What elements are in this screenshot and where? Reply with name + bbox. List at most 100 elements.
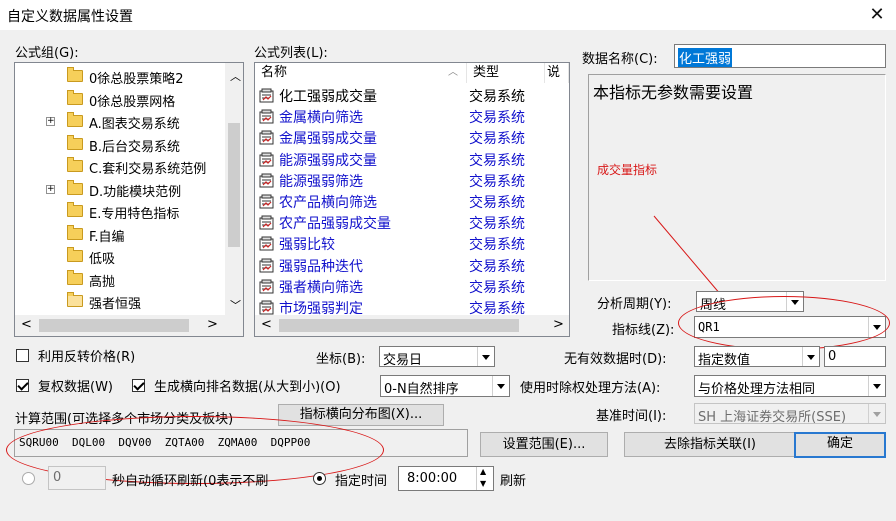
tree-vertical-scrollbar[interactable]: ︿ ﹀ [225, 63, 243, 315]
formula-row[interactable]: 农产品横向筛选 交易系统 [255, 191, 569, 212]
scroll-up-icon[interactable]: ︿ [230, 68, 241, 84]
tree-item[interactable]: C.套利交易系统范例 [15, 155, 225, 177]
formula-name: 金属强弱成交量 [279, 131, 377, 148]
set-range-button[interactable]: 设置范围(E)... [480, 432, 608, 457]
reverse-price-checkbox[interactable] [16, 349, 29, 362]
coordinate-value: 交易日 [383, 353, 423, 367]
scroll-down-icon[interactable]: ﹀ [230, 297, 241, 313]
ex-rights-value: 与价格处理方法相同 [698, 382, 816, 397]
gen-rank-checkbox[interactable] [132, 379, 145, 392]
scroll-right-icon[interactable]: > [207, 317, 218, 332]
adjusted-data-label: 复权数据(W) [38, 380, 113, 395]
annotation-ellipse-indicator [678, 296, 890, 350]
formula-icon [259, 279, 274, 294]
tree-item[interactable]: 强者恒强 [15, 290, 225, 312]
tree-horizontal-scrollbar[interactable]: < > [15, 315, 243, 336]
formula-type: 交易系统 [469, 279, 525, 296]
formula-row[interactable]: 农产品强弱成交量 交易系统 [255, 212, 569, 233]
gen-rank-label: 生成横向排名数据(从大到小)(O) [154, 380, 341, 395]
formula-icon [259, 109, 274, 124]
tree-item[interactable]: 低吸 [15, 245, 225, 267]
scroll-right-icon[interactable]: > [553, 317, 564, 332]
tree-scroll-thumb[interactable] [228, 123, 240, 247]
column-header-name[interactable]: 名称 ︿ [255, 63, 467, 83]
tree-item[interactable]: 0徐总股票策略2 [15, 65, 225, 87]
tree-item[interactable]: 高抛 [15, 268, 225, 290]
column-type-label: 类型 [473, 65, 500, 80]
expand-icon[interactable]: + [46, 117, 55, 126]
formula-list[interactable]: 名称 ︿ 类型 说 化工强弱成交量 交易系统 金属横向筛选 交易系统 金属强弱成交量 交易… [254, 62, 570, 337]
scroll-left-icon[interactable]: < [261, 317, 272, 332]
ok-button[interactable]: 确定 [794, 432, 886, 458]
refresh-label: 刷新 [500, 474, 527, 489]
column-header-type[interactable]: 类型 [467, 63, 545, 83]
formula-group-tree[interactable]: 0徐总股票策略2 0徐总股票网格 + A.图表交易系统 B.后台交易系统 C.套利交易系统… [14, 62, 244, 337]
spinner-buttons[interactable]: ▲ ▼ [476, 467, 493, 490]
list-horizontal-scrollbar[interactable]: < > [255, 315, 569, 336]
tree-item[interactable]: E.专用特色指标 [15, 200, 225, 222]
tree-item[interactable]: F.自编 [15, 223, 225, 245]
invalid-data-number-input[interactable]: 0 [824, 346, 886, 367]
base-time-value: SH 上海证券交易所(SSE) [698, 410, 847, 424]
annotation-note: 成交量指标 [597, 163, 658, 177]
formula-row[interactable]: 强弱品种迭代 交易系统 [255, 255, 569, 276]
rank-order-value: 0-N自然排序 [384, 382, 459, 397]
spin-up-icon[interactable]: ▲ [480, 467, 486, 476]
time-spinner[interactable]: 8:00:00 ▲ ▼ [398, 466, 494, 491]
expand-icon[interactable]: + [46, 184, 55, 194]
formula-row[interactable]: 金属强弱成交量 交易系统 [255, 127, 569, 148]
formula-icon [259, 236, 274, 251]
spin-down-icon[interactable]: ▼ [480, 479, 486, 488]
formula-row[interactable]: 化工强弱成交量 交易系统 [255, 85, 569, 106]
folder-icon [67, 134, 83, 150]
folder-icon [67, 179, 83, 195]
ex-rights-select[interactable]: 与价格处理方法相同 [694, 375, 886, 397]
formula-icon [259, 258, 274, 273]
coordinate-label: 坐标(B): [316, 352, 366, 367]
formula-icon [259, 152, 274, 167]
specified-time-radio[interactable] [313, 472, 326, 485]
scroll-left-icon[interactable]: < [21, 317, 32, 332]
formula-row[interactable]: 强者横向筛选 交易系统 [255, 276, 569, 297]
folder-icon [67, 157, 83, 172]
rank-order-select[interactable]: 0-N自然排序 [380, 375, 510, 397]
formula-name: 金属横向筛选 [279, 110, 363, 127]
indicator-line-label: 指标线(Z): [612, 323, 675, 338]
tree-item[interactable]: + D.功能模块范例 [15, 178, 225, 200]
tree-item[interactable]: B.后台交易系统 [15, 133, 225, 155]
formula-row[interactable]: 能源强弱成交量 交易系统 [255, 149, 569, 170]
formula-row[interactable]: 强弱比较 交易系统 [255, 233, 569, 254]
folder-icon [67, 67, 83, 82]
ex-rights-label: 使用时除权处理方法(A): [520, 381, 661, 396]
folder-icon [67, 202, 83, 217]
coordinate-select[interactable]: 交易日 [379, 346, 495, 367]
tree-item[interactable]: + A.图表交易系统 [15, 110, 225, 132]
formula-type: 交易系统 [469, 301, 525, 315]
tree-item-label: 0徐总股票网格 [89, 94, 176, 110]
auto-refresh-label: 秒自动循环刷新(0表示不刷 [112, 474, 269, 489]
adjusted-data-checkbox[interactable] [16, 379, 29, 392]
remove-link-button[interactable]: 去除指标关联(I) [624, 432, 796, 457]
formula-list-label: 公式列表(L): [254, 46, 328, 61]
formula-name: 化工强弱成交量 [279, 89, 377, 105]
folder-icon [67, 247, 83, 262]
auto-refresh-radio[interactable] [22, 472, 35, 485]
tree-item[interactable]: 0徐总股票网格 [15, 88, 225, 110]
formula-row[interactable]: 市场强弱判定 交易系统 [255, 297, 569, 315]
data-name-input[interactable]: 化工强弱 [674, 44, 886, 68]
tree-item-label: 0徐总股票策略2 [89, 72, 184, 87]
close-icon[interactable]: ✕ [866, 4, 888, 26]
column-header-extra[interactable]: 说 [545, 63, 569, 83]
folder-icon [67, 269, 83, 285]
refresh-seconds-input[interactable]: 0 [48, 466, 106, 490]
tree-item-label: 高抛 [89, 274, 116, 290]
formula-row[interactable]: 能源强弱筛选 交易系统 [255, 170, 569, 191]
base-time-select[interactable]: SH 上海证券交易所(SSE) [694, 403, 886, 424]
formula-row[interactable]: 金属横向筛选 交易系统 [255, 106, 569, 127]
tree-item-label: B.后台交易系统 [89, 139, 181, 155]
invalid-data-select[interactable]: 指定数值 [694, 346, 820, 367]
tree-item-label: C.套利交易系统范例 [89, 162, 207, 177]
tree-hscroll-thumb[interactable] [39, 319, 189, 332]
formula-name: 市场强弱判定 [279, 301, 363, 315]
list-hscroll-thumb[interactable] [279, 319, 519, 332]
